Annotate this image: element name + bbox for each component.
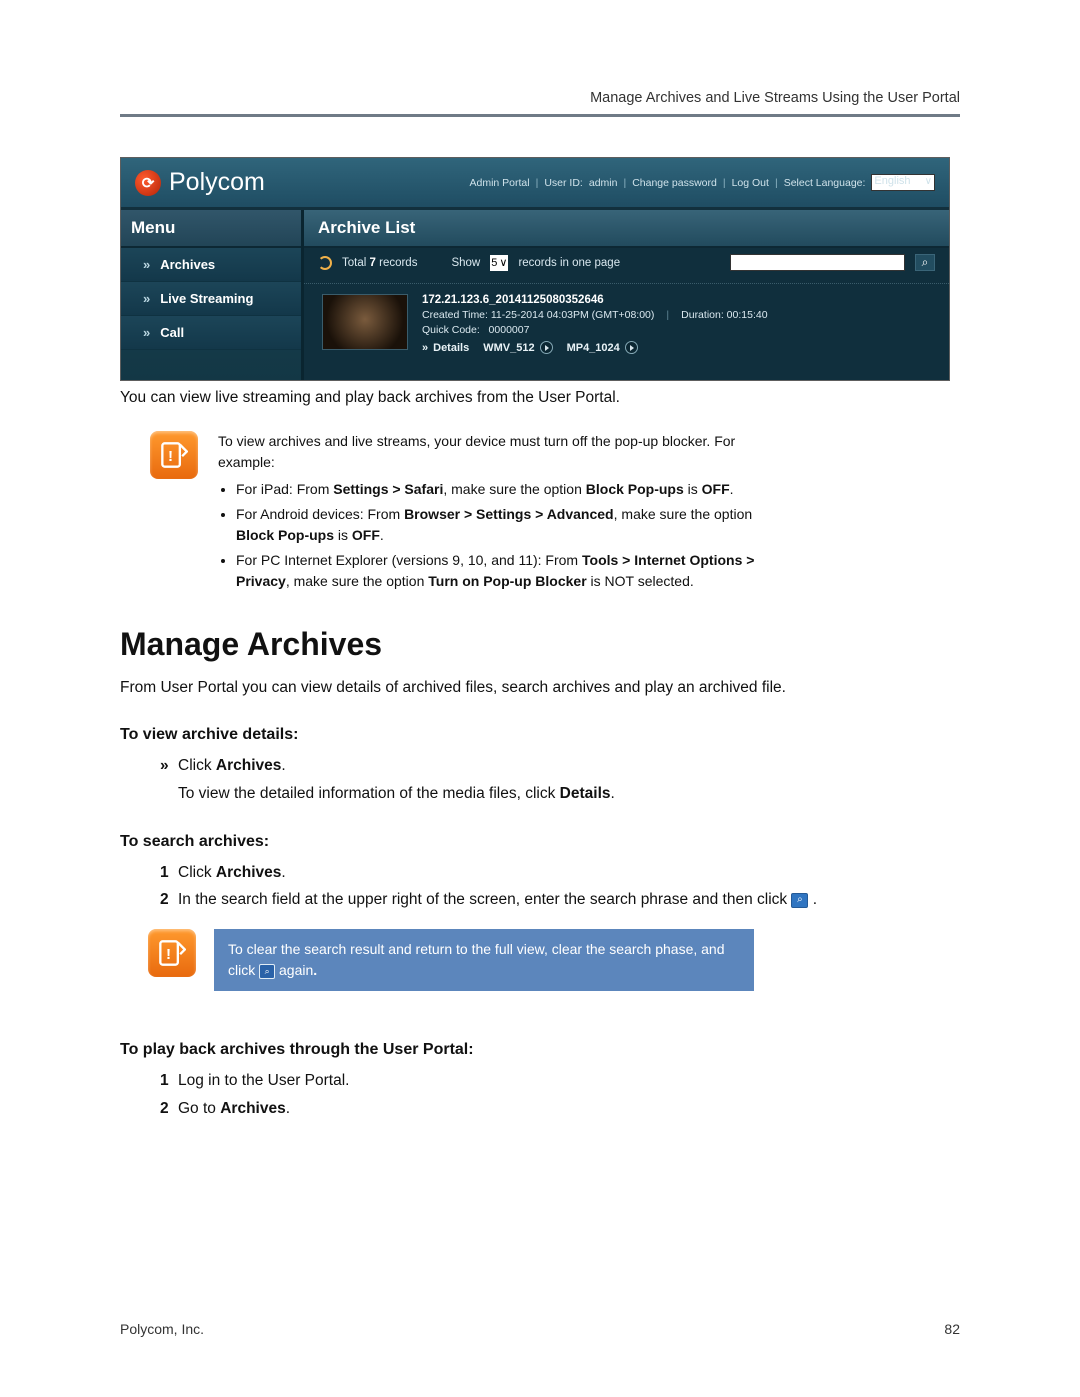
search-icon: ⌕ [922,255,929,270]
page-footer: Polycom, Inc. 82 [120,1321,960,1337]
heading-search-archives: To search archives: [120,833,960,851]
chevron-down-icon: ∨ [914,176,932,187]
note-item: For iPad: From Settings > Safari, make s… [236,479,778,500]
note-icon: ! [150,431,198,479]
note-popup-blocker: ! To view archives and live streams, you… [150,431,960,596]
footer-company: Polycom, Inc. [120,1321,204,1337]
user-id-value: admin [589,177,618,189]
search-input[interactable] [730,254,905,271]
language-select[interactable]: English ∨ [871,174,935,191]
change-password-link[interactable]: Change password [632,177,717,189]
sidebar-item-label: Archives [160,257,215,272]
step: 1Log in to the User Portal. [160,1069,960,1094]
panel-title: Archive List [304,210,949,248]
search-icon: ⌕ [259,964,275,979]
records-toolbar: Total 7 records Show 5 ∨ records in one … [304,248,949,284]
svg-text:!: ! [166,946,171,963]
main-panel: Archive List Total 7 records Show 5 ∨ re… [301,210,949,380]
search-icon: ⌕ [791,893,808,908]
play-icon [625,341,638,354]
archive-thumbnail[interactable] [322,294,408,350]
callout-clear-search: ! To clear the search result and return … [148,929,960,991]
footer-page-number: 82 [944,1321,960,1337]
step: 1Click Archives. [160,861,960,886]
polycom-logo-icon: ⟳ [135,170,161,196]
svg-text:!: ! [168,448,173,465]
top-links: Admin Portal | User ID: admin | Change p… [470,174,936,191]
running-header: Manage Archives and Live Streams Using t… [120,90,960,106]
sidebar: Menu » Archives » Live Streaming » Call [121,210,301,380]
chevron-right-icon: » [143,291,150,306]
brand-text: Polycom [169,168,265,197]
page-size-select[interactable]: 5 ∨ [490,255,508,271]
menu-title: Menu [121,210,301,248]
sidebar-item-call[interactable]: » Call [121,316,301,350]
sidebar-item-label: Live Streaming [160,291,253,306]
step: »Click Archives. [160,754,960,779]
step: 2Go to Archives. [160,1097,960,1122]
header-rule [120,114,960,117]
portal-topbar: ⟳ Polycom Admin Portal | User ID: admin … [121,158,949,210]
intro-paragraph: You can view live streaming and play bac… [120,387,960,409]
search-button[interactable]: ⌕ [915,254,935,271]
chevron-right-icon: » [143,325,150,340]
mp4-play-link[interactable]: MP4_1024 [567,341,638,354]
sidebar-item-archives[interactable]: » Archives [121,248,301,282]
heading-playback: To play back archives through the User P… [120,1041,960,1059]
note-intro: To view archives and live streams, your … [218,431,778,473]
wmv-play-link[interactable]: WMV_512 [483,341,552,354]
sidebar-item-live-streaming[interactable]: » Live Streaming [121,282,301,316]
archive-list-item: 172.21.123.6_20141125080352646 Created T… [304,284,949,366]
archive-filename: 172.21.123.6_20141125080352646 [422,294,935,306]
heading-manage-archives: Manage Archives [120,626,960,663]
admin-portal-link[interactable]: Admin Portal [470,177,530,189]
chevron-right-icon: » [143,257,150,272]
brand: ⟳ Polycom [135,168,265,197]
manage-archives-desc: From User Portal you can view details of… [120,677,960,699]
details-link[interactable]: » Details [422,342,469,354]
sidebar-item-label: Call [160,325,184,340]
user-id-label: User ID: [544,177,583,189]
play-icon [540,341,553,354]
step-note: To view the detailed information of the … [178,782,960,807]
note-item: For PC Internet Explorer (versions 9, 10… [236,550,778,592]
chevron-down-icon: ∨ [499,256,507,269]
heading-view-details: To view archive details: [120,726,960,744]
chevron-right-icon: » [422,342,428,354]
user-portal-screenshot: ⟳ Polycom Admin Portal | User ID: admin … [120,157,950,381]
refresh-icon[interactable] [318,256,332,270]
language-label: Select Language: [784,177,866,189]
note-item: For Android devices: From Browser > Sett… [236,504,778,546]
step: 2In the search field at the upper right … [160,888,960,913]
note-icon: ! [148,929,196,977]
logout-link[interactable]: Log Out [732,177,769,189]
